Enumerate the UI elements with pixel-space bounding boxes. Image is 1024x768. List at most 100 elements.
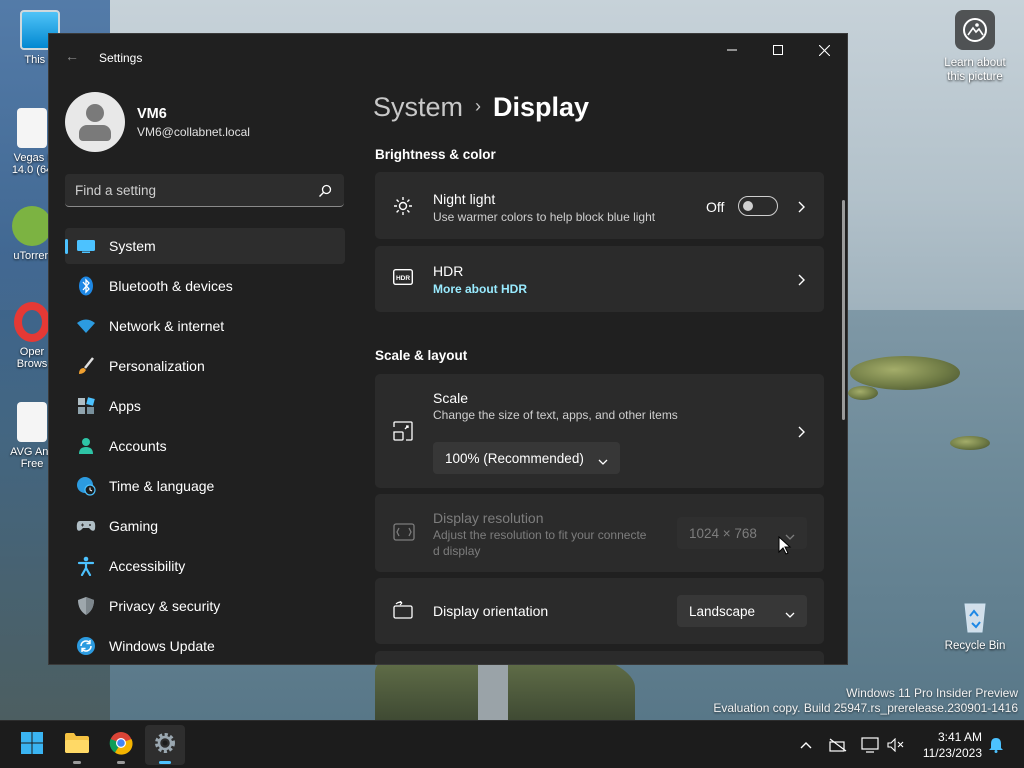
watermark-line: Windows 11 Pro Insider Preview — [846, 686, 1018, 700]
back-arrow-icon[interactable]: ← — [65, 48, 81, 64]
orientation-icon — [393, 600, 413, 621]
window-title: Settings — [99, 51, 143, 65]
chevron-down-icon — [598, 454, 608, 465]
hdr-badge-text: HDR — [396, 275, 410, 282]
recycle-bin-label: Recycle Bin — [944, 640, 1006, 652]
scale-row[interactable]: Scale Change the size of text, apps, and… — [375, 374, 824, 488]
search-input[interactable]: Find a setting — [65, 174, 344, 207]
recycle-bin-icon — [955, 596, 995, 636]
resolution-title: Display resolution — [433, 510, 544, 526]
mouse-cursor-icon — [778, 535, 792, 556]
scale-dropdown-value: 100% (Recommended) — [445, 450, 584, 466]
nav-list: System Bluetooth & devices Network & int… — [65, 228, 345, 664]
speaker-muted-icon[interactable] — [886, 735, 906, 755]
running-indicator — [117, 761, 125, 764]
sidebar-item-label: Windows Update — [109, 638, 215, 654]
user-name: VM6 — [137, 106, 167, 122]
sun-icon — [393, 196, 413, 216]
sidebar-item-label: Time & language — [109, 478, 215, 494]
title-bar[interactable]: ← Settings — [49, 34, 847, 80]
sidebar-item-label: Network & internet — [109, 318, 225, 334]
person-icon — [76, 436, 96, 456]
clock[interactable]: 3:41 AM 11/23/2023 — [923, 729, 982, 761]
scale-title: Scale — [433, 390, 469, 406]
taskbar-chrome[interactable] — [101, 725, 141, 765]
utorrent-icon — [12, 206, 52, 246]
resolution-icon — [393, 523, 415, 543]
hdr-icon: HDR — [392, 268, 414, 289]
orientation-title: Display orientation — [433, 603, 549, 619]
resolution-subtitle: d display — [433, 544, 481, 558]
breadcrumb-parent[interactable]: System — [373, 92, 463, 122]
controller-icon — [76, 516, 96, 536]
scrollbar[interactable] — [842, 200, 845, 420]
search-icon — [318, 184, 332, 198]
monitor-icon — [76, 236, 96, 256]
taskbar: 3:41 AM 11/23/2023 — [0, 720, 1024, 768]
bluetooth-icon — [76, 276, 96, 296]
sidebar-item-windows-update[interactable]: Windows Update — [65, 628, 345, 664]
search-placeholder: Find a setting — [75, 183, 157, 198]
wallpaper-island — [950, 436, 990, 450]
running-indicator — [73, 761, 81, 764]
desktop-icon-recycle-bin[interactable]: Recycle Bin — [944, 596, 1006, 652]
sidebar-item-apps[interactable]: Apps — [65, 388, 345, 424]
close-button[interactable] — [801, 34, 847, 66]
hdr-link[interactable]: More about HDR — [433, 282, 527, 296]
settings-window: ← Settings VM6 VM6@collabnet.local Find … — [48, 33, 848, 665]
next-row-partial[interactable] — [375, 651, 824, 664]
chrome-icon — [109, 731, 133, 760]
start-button[interactable] — [12, 725, 52, 765]
page-title: Display — [493, 92, 590, 122]
maximize-button[interactable] — [755, 34, 801, 66]
sidebar-item-network[interactable]: Network & internet — [65, 308, 345, 344]
network-icon[interactable] — [828, 735, 848, 755]
sidebar-item-label: Accounts — [109, 438, 167, 454]
sidebar-item-accessibility[interactable]: Accessibility — [65, 548, 345, 584]
sidebar-item-personalization[interactable]: Personalization — [65, 348, 345, 384]
chevron-right-icon — [796, 200, 806, 213]
sidebar-item-gaming[interactable]: Gaming — [65, 508, 345, 544]
chevron-down-icon — [785, 607, 795, 618]
sidebar-item-time-language[interactable]: Time & language — [65, 468, 345, 504]
file-icon — [17, 402, 47, 442]
learn-about-picture[interactable]: Learn about this picture — [938, 10, 1012, 84]
clock-date: 11/23/2023 — [922, 746, 982, 760]
scale-dropdown[interactable]: 100% (Recommended) — [433, 442, 620, 474]
taskbar-file-explorer[interactable] — [57, 725, 97, 765]
bell-icon[interactable] — [986, 735, 1006, 755]
running-indicator — [159, 761, 171, 764]
sidebar-item-accounts[interactable]: Accounts — [65, 428, 345, 464]
chevron-up-icon[interactable] — [796, 735, 816, 755]
sidebar-item-label: System — [109, 238, 156, 254]
settings-icon — [153, 731, 177, 760]
main-content: System › Display Brightness & color Night … — [359, 80, 847, 664]
sidebar-item-system[interactable]: System — [65, 228, 345, 264]
night-light-toggle[interactable] — [738, 196, 778, 216]
sidebar-item-privacy[interactable]: Privacy & security — [65, 588, 345, 624]
clock-time: 3:41 AM — [937, 730, 982, 744]
chevron-right-icon — [796, 425, 806, 438]
wallpaper-island — [848, 386, 878, 400]
orientation-dropdown[interactable]: Landscape — [677, 595, 807, 627]
toggle-knob — [743, 201, 753, 211]
chevron-right-icon — [796, 273, 806, 286]
night-light-row[interactable]: Night light Use warmer colors to help bl… — [375, 172, 824, 239]
brush-icon — [76, 356, 96, 376]
monitor-icon[interactable] — [860, 735, 880, 755]
wallpaper-island — [850, 356, 960, 390]
sidebar-item-label: Gaming — [109, 518, 159, 534]
accessibility-icon — [76, 556, 96, 576]
display-orientation-row[interactable]: Display orientation Landscape — [375, 578, 824, 644]
taskbar-settings[interactable] — [145, 725, 185, 765]
display-resolution-row: Display resolution Adjust the resolution… — [375, 494, 824, 572]
breadcrumb-separator: › — [475, 96, 482, 116]
hdr-row[interactable]: HDR HDR More about HDR — [375, 246, 824, 312]
avatar[interactable] — [65, 92, 125, 152]
sidebar-item-bluetooth[interactable]: Bluetooth & devices — [65, 268, 345, 304]
night-light-title: Night light — [433, 191, 496, 207]
minimize-button[interactable] — [709, 34, 755, 66]
learn-label: Learn about this picture — [944, 57, 1006, 83]
scale-icon — [393, 421, 413, 441]
sidebar-item-label: Personalization — [109, 358, 205, 374]
